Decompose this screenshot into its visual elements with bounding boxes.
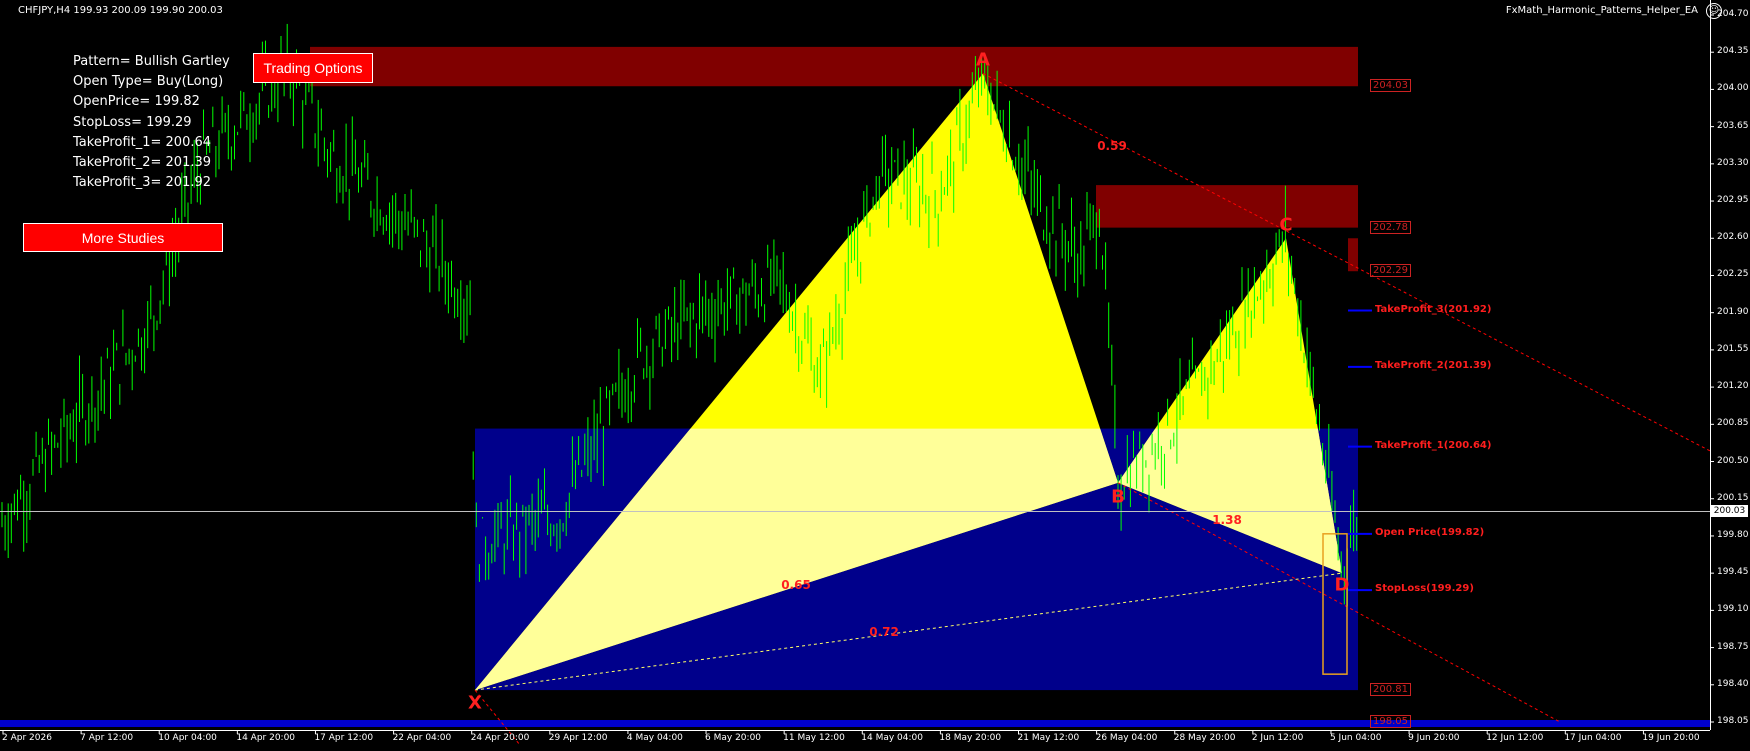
price-tick-label: 203.65 <box>1717 120 1749 131</box>
price-tick-label: 202.95 <box>1717 195 1749 206</box>
time-tick-label: 14 Apr 20:00 <box>236 733 296 743</box>
time-tick-label: 9 Jun 20:00 <box>1408 733 1460 743</box>
price-tick-label: 201.20 <box>1717 381 1749 392</box>
zone-label: 198.05 <box>1370 715 1411 728</box>
price-tick-label: 200.15 <box>1717 492 1749 503</box>
price-tick-label: 199.45 <box>1717 567 1749 578</box>
level-label: TakeProfit_2(201.39) <box>1375 359 1492 371</box>
zone-label: 204.03 <box>1370 79 1411 93</box>
info-open-price: OpenPrice= 199.82 <box>73 94 200 110</box>
level-label: Open Price(199.82) <box>1375 526 1485 538</box>
time-tick-label: 2 Apr 2026 <box>2 733 52 743</box>
price-zone <box>1096 185 1358 228</box>
trading-options-button[interactable]: Trading Options <box>253 53 373 83</box>
time-tick-label: 19 Jun 20:00 <box>1642 733 1700 743</box>
zone-label: 202.78 <box>1370 220 1411 234</box>
time-tick-label: 17 Apr 12:00 <box>314 733 374 743</box>
level-label: TakeProfit_3(201.92) <box>1375 303 1492 315</box>
time-tick-label: 12 Jun 12:00 <box>1486 733 1544 743</box>
ea-name-label: FxMath_Harmonic_Patterns_Helper_EA <box>1505 5 1698 16</box>
info-stop-loss: StopLoss= 199.29 <box>73 114 192 130</box>
pattern-point-d: D <box>1334 574 1350 596</box>
price-tick-label: 199.80 <box>1717 529 1749 540</box>
price-zone <box>310 46 1358 87</box>
time-tick-label: 21 May 12:00 <box>1017 733 1080 743</box>
info-take-profit-2: TakeProfit_2= 201.39 <box>73 155 212 171</box>
time-tick-label: 29 Apr 12:00 <box>548 733 608 743</box>
price-tick-label: 204.00 <box>1717 83 1749 94</box>
time-tick-label: 11 May 12:00 <box>783 733 845 743</box>
symbol-header: CHFJPY,H4 199.93 200.09 199.90 200.03 <box>18 5 223 16</box>
price-tick-label: 201.90 <box>1717 306 1749 317</box>
ac-trend-line <box>982 73 1711 452</box>
time-tick-label: 24 Apr 20:00 <box>470 733 530 743</box>
pattern-point-c: C <box>1279 214 1293 236</box>
bottom-zone <box>0 720 1710 727</box>
time-tick-label: 7 Apr 12:00 <box>80 733 134 743</box>
current-price-tag: 200.03 <box>1711 505 1748 518</box>
time-tick-label: 2 Jun 12:00 <box>1251 733 1304 743</box>
time-tick-label: 26 May 04:00 <box>1095 733 1158 743</box>
price-tick-label: 199.10 <box>1717 604 1749 615</box>
price-tick-label: 204.35 <box>1717 46 1749 57</box>
ratio-label: 0.65 <box>781 578 811 592</box>
time-tick-label: 10 Apr 04:00 <box>158 733 217 743</box>
zone-label: 200.81 <box>1370 683 1411 697</box>
info-take-profit-3: TakeProfit_3= 201.92 <box>73 175 212 191</box>
level-label: TakeProfit_1(200.64) <box>1375 439 1492 451</box>
time-tick-label: 18 May 20:00 <box>939 733 1002 743</box>
price-tick-label: 202.60 <box>1717 232 1749 243</box>
time-tick-label: 4 May 04:00 <box>626 733 683 743</box>
pattern-info-panel: Pattern= Bullish Gartley Open Type= Buy(… <box>73 52 230 193</box>
ratio-label: 0.59 <box>1097 139 1127 153</box>
zone-label: 202.29 <box>1370 264 1411 278</box>
more-studies-button[interactable]: More Studies <box>23 223 223 252</box>
price-axis[interactable] <box>1710 0 1750 730</box>
time-tick-label: 14 May 04:00 <box>861 733 923 743</box>
price-tick-label: 198.75 <box>1717 641 1749 652</box>
price-tick-label: 198.40 <box>1717 678 1749 689</box>
time-tick-label: 5 Jun 04:00 <box>1329 733 1382 743</box>
price-zone <box>1348 238 1358 272</box>
info-open-type: Open Type= Buy(Long) <box>73 74 224 90</box>
pattern-point-b: B <box>1111 486 1125 508</box>
info-pattern: Pattern= Bullish Gartley <box>73 54 230 69</box>
time-tick-label: 17 Jun 04:00 <box>1564 733 1622 743</box>
price-tick-label: 202.25 <box>1717 269 1749 280</box>
info-take-profit-1: TakeProfit_1= 200.64 <box>73 134 212 150</box>
price-tick-label: 198.05 <box>1717 716 1749 726</box>
price-tick-label: 200.50 <box>1717 455 1749 466</box>
pattern-point-a: A <box>976 49 990 71</box>
price-tick-label: 201.55 <box>1717 343 1749 354</box>
price-tick-label: 204.70 <box>1717 9 1749 19</box>
price-tick-label: 203.30 <box>1717 157 1749 168</box>
price-tick-label: 200.85 <box>1717 418 1749 429</box>
level-label: StopLoss(199.29) <box>1375 583 1474 595</box>
time-tick-label: 22 Apr 04:00 <box>392 733 452 743</box>
time-tick-label: 6 May 20:00 <box>705 733 762 743</box>
ratio-label: 0.72 <box>869 625 899 639</box>
ratio-label: 1.38 <box>1212 513 1242 527</box>
time-tick-label: 28 May 20:00 <box>1173 733 1236 743</box>
pattern-point-x: X <box>468 692 482 714</box>
